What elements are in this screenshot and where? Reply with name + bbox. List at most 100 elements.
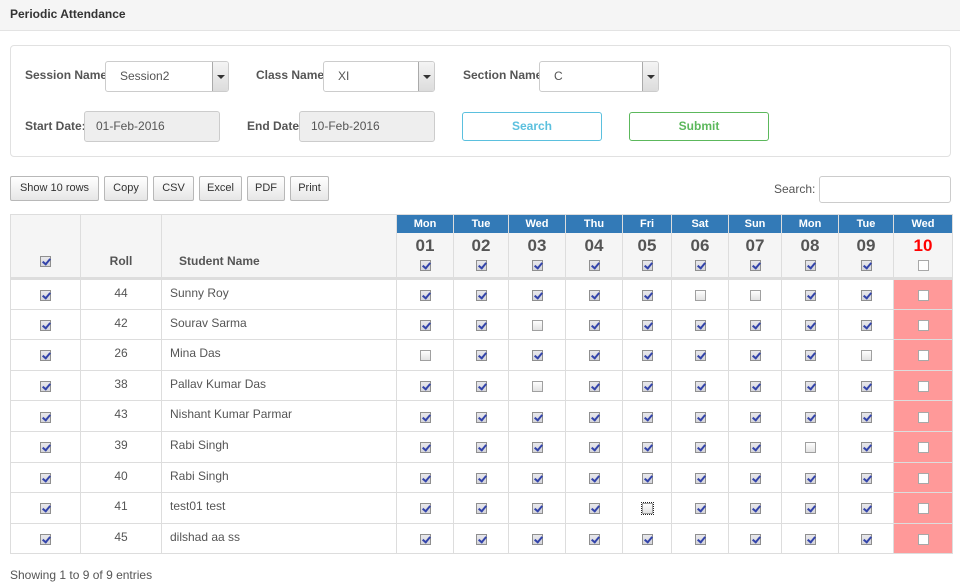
attendance-checkbox[interactable] bbox=[641, 289, 653, 301]
attendance-checkbox[interactable] bbox=[804, 289, 816, 301]
attendance-checkbox[interactable] bbox=[475, 319, 487, 331]
attendance-checkbox[interactable] bbox=[475, 289, 487, 301]
attendance-checkbox[interactable] bbox=[475, 380, 487, 392]
attendance-checkbox[interactable] bbox=[419, 289, 431, 301]
attendance-checkbox[interactable] bbox=[475, 533, 487, 545]
attendance-checkbox[interactable] bbox=[917, 533, 929, 545]
attendance-checkbox[interactable] bbox=[860, 503, 872, 515]
attendance-checkbox[interactable] bbox=[694, 350, 706, 362]
attendance-checkbox[interactable] bbox=[531, 319, 543, 331]
attendance-checkbox[interactable] bbox=[804, 503, 816, 515]
attendance-checkbox[interactable] bbox=[588, 350, 600, 362]
attendance-checkbox[interactable] bbox=[419, 472, 431, 484]
excel-button[interactable]: Excel bbox=[199, 176, 242, 201]
attendance-checkbox[interactable] bbox=[588, 472, 600, 484]
attendance-checkbox[interactable] bbox=[531, 472, 543, 484]
attendance-checkbox[interactable] bbox=[804, 350, 816, 362]
attendance-checkbox[interactable] bbox=[917, 472, 929, 484]
day-select-all-checkbox[interactable] bbox=[694, 260, 706, 272]
attendance-checkbox[interactable] bbox=[475, 472, 487, 484]
day-select-all-checkbox[interactable] bbox=[641, 260, 653, 272]
attendance-checkbox[interactable] bbox=[640, 502, 654, 516]
attendance-checkbox[interactable] bbox=[860, 380, 872, 392]
table-search-input[interactable] bbox=[819, 176, 951, 203]
attendance-checkbox[interactable] bbox=[694, 503, 706, 515]
attendance-checkbox[interactable] bbox=[694, 380, 706, 392]
attendance-checkbox[interactable] bbox=[804, 380, 816, 392]
attendance-checkbox[interactable] bbox=[641, 533, 653, 545]
row-select-checkbox[interactable] bbox=[40, 442, 51, 454]
row-select-checkbox[interactable] bbox=[40, 319, 51, 331]
show-rows-button[interactable]: Show 10 rows bbox=[10, 176, 99, 201]
attendance-checkbox[interactable] bbox=[641, 350, 653, 362]
attendance-checkbox[interactable] bbox=[641, 319, 653, 331]
session-select[interactable]: Session2 bbox=[105, 61, 229, 92]
attendance-checkbox[interactable] bbox=[588, 533, 600, 545]
row-select-checkbox[interactable] bbox=[40, 472, 51, 484]
submit-button[interactable]: Submit bbox=[629, 112, 769, 141]
attendance-checkbox[interactable] bbox=[749, 472, 761, 484]
attendance-checkbox[interactable] bbox=[917, 289, 929, 301]
chevron-down-icon[interactable] bbox=[642, 62, 658, 91]
attendance-checkbox[interactable] bbox=[860, 350, 872, 362]
attendance-checkbox[interactable] bbox=[531, 350, 543, 362]
copy-button[interactable]: Copy bbox=[104, 176, 148, 201]
attendance-checkbox[interactable] bbox=[641, 472, 653, 484]
attendance-checkbox[interactable] bbox=[588, 411, 600, 423]
day-select-all-checkbox[interactable] bbox=[917, 260, 929, 272]
attendance-checkbox[interactable] bbox=[804, 533, 816, 545]
attendance-checkbox[interactable] bbox=[917, 503, 929, 515]
print-button[interactable]: Print bbox=[290, 176, 329, 201]
attendance-checkbox[interactable] bbox=[588, 380, 600, 392]
attendance-checkbox[interactable] bbox=[641, 380, 653, 392]
attendance-checkbox[interactable] bbox=[860, 319, 872, 331]
chevron-down-icon[interactable] bbox=[212, 62, 228, 91]
attendance-checkbox[interactable] bbox=[588, 442, 600, 454]
attendance-checkbox[interactable] bbox=[641, 442, 653, 454]
pdf-button[interactable]: PDF bbox=[247, 176, 285, 201]
attendance-checkbox[interactable] bbox=[860, 533, 872, 545]
attendance-checkbox[interactable] bbox=[860, 289, 872, 301]
row-select-checkbox[interactable] bbox=[40, 380, 51, 392]
attendance-checkbox[interactable] bbox=[641, 411, 653, 423]
attendance-checkbox[interactable] bbox=[804, 442, 816, 454]
attendance-checkbox[interactable] bbox=[917, 380, 929, 392]
attendance-checkbox[interactable] bbox=[749, 319, 761, 331]
attendance-checkbox[interactable] bbox=[804, 411, 816, 423]
attendance-checkbox[interactable] bbox=[588, 319, 600, 331]
section-select[interactable]: C bbox=[539, 61, 659, 92]
attendance-checkbox[interactable] bbox=[475, 442, 487, 454]
attendance-checkbox[interactable] bbox=[917, 411, 929, 423]
day-select-all-checkbox[interactable] bbox=[531, 260, 543, 272]
attendance-checkbox[interactable] bbox=[588, 503, 600, 515]
attendance-checkbox[interactable] bbox=[531, 442, 543, 454]
attendance-checkbox[interactable] bbox=[749, 380, 761, 392]
attendance-checkbox[interactable] bbox=[917, 350, 929, 362]
start-date-input[interactable]: 01-Feb-2016 bbox=[84, 111, 220, 142]
attendance-checkbox[interactable] bbox=[531, 503, 543, 515]
attendance-checkbox[interactable] bbox=[694, 319, 706, 331]
attendance-checkbox[interactable] bbox=[917, 319, 929, 331]
attendance-checkbox[interactable] bbox=[860, 411, 872, 423]
row-select-checkbox[interactable] bbox=[40, 533, 51, 545]
row-select-checkbox[interactable] bbox=[40, 503, 51, 515]
attendance-checkbox[interactable] bbox=[475, 350, 487, 362]
attendance-checkbox[interactable] bbox=[588, 289, 600, 301]
attendance-checkbox[interactable] bbox=[749, 442, 761, 454]
attendance-checkbox[interactable] bbox=[531, 411, 543, 423]
attendance-checkbox[interactable] bbox=[860, 442, 872, 454]
csv-button[interactable]: CSV bbox=[153, 176, 194, 201]
attendance-checkbox[interactable] bbox=[749, 350, 761, 362]
attendance-checkbox[interactable] bbox=[531, 533, 543, 545]
attendance-checkbox[interactable] bbox=[531, 289, 543, 301]
attendance-checkbox[interactable] bbox=[475, 503, 487, 515]
attendance-checkbox[interactable] bbox=[749, 289, 761, 301]
day-select-all-checkbox[interactable] bbox=[419, 260, 431, 272]
day-select-all-checkbox[interactable] bbox=[804, 260, 816, 272]
attendance-checkbox[interactable] bbox=[475, 411, 487, 423]
attendance-checkbox[interactable] bbox=[694, 472, 706, 484]
day-select-all-checkbox[interactable] bbox=[588, 260, 600, 272]
search-button[interactable]: Search bbox=[462, 112, 602, 141]
attendance-checkbox[interactable] bbox=[419, 380, 431, 392]
attendance-checkbox[interactable] bbox=[419, 533, 431, 545]
